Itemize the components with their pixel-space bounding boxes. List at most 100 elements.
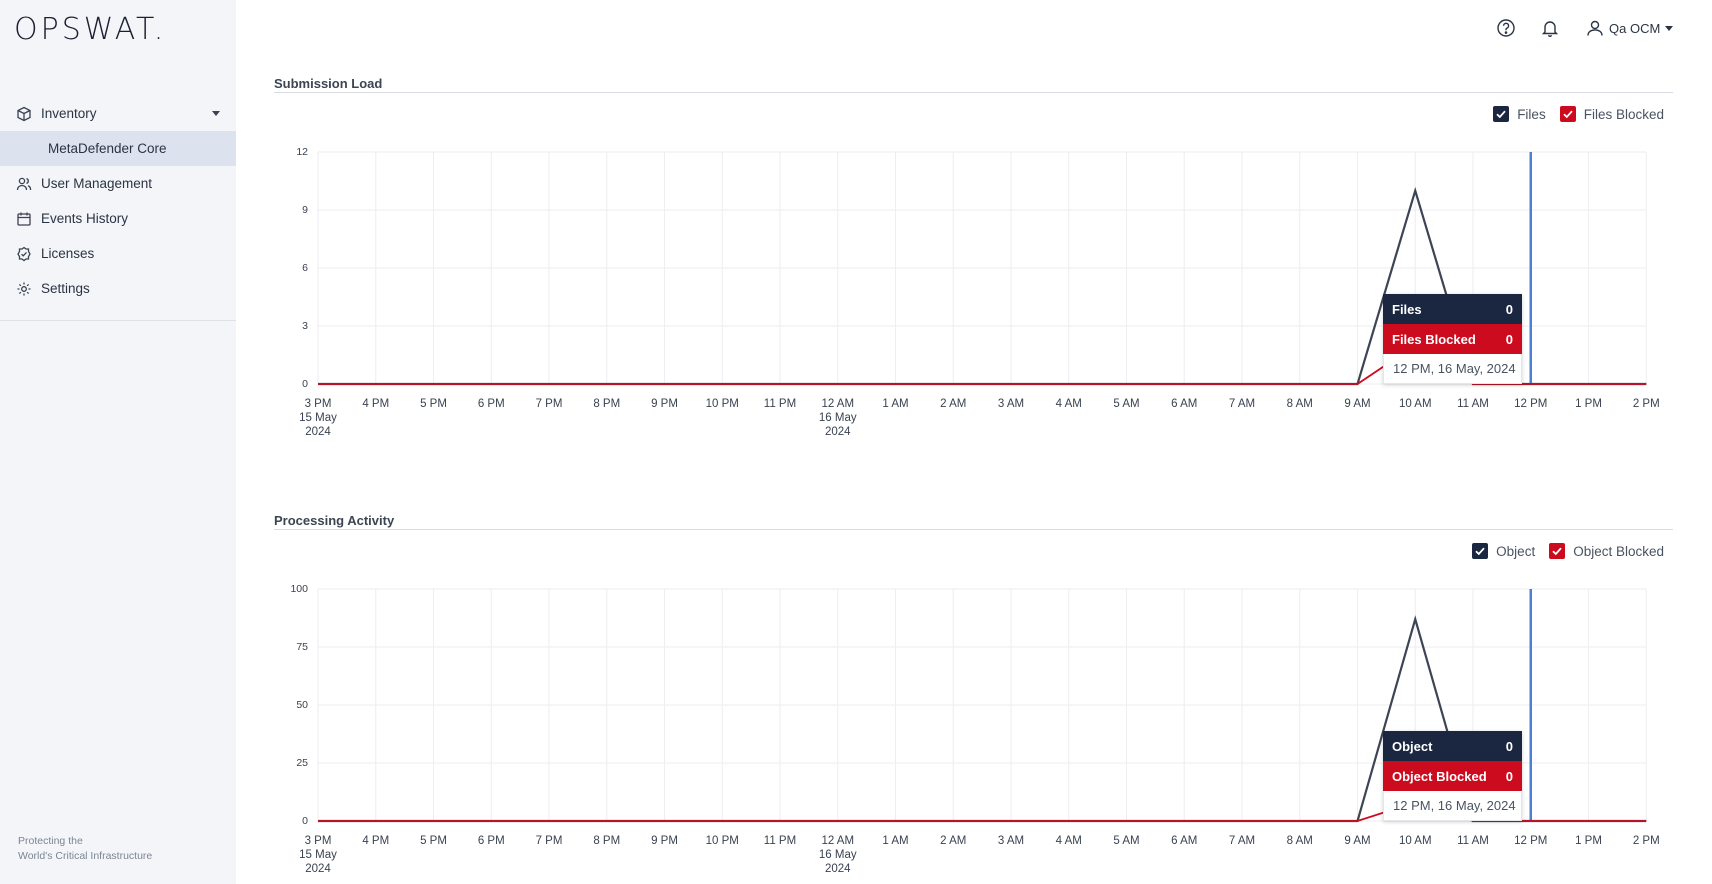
x-tick-label: 4 PM [362,835,389,847]
x-tick-label: 8 AM [1287,398,1313,410]
chevron-down-icon[interactable] [212,111,220,116]
x-tick-label: 11 PM [764,835,796,847]
gear-icon [17,282,31,295]
help-icon[interactable] [1496,18,1516,38]
y-tick-label: 25 [296,757,308,769]
cube-icon [17,106,31,121]
sidebar-item-events-history[interactable]: Events History [0,201,236,236]
submission-legend: Files Files Blocked [1479,106,1664,122]
y-tick-label: 9 [302,204,308,216]
x-tick-label: 6 AM [1171,835,1197,847]
sidebar-item-inventory[interactable]: Inventory [0,96,236,131]
x-tick-label: 5 AM [1113,398,1139,410]
y-tick-label: 12 [296,146,308,158]
user-menu[interactable]: Qa OCM [1586,19,1674,37]
sidebar-item-label: Settings [41,281,90,296]
x-tick-label: 1 AM [882,398,908,410]
y-tick-label: 100 [290,583,308,595]
sidebar-item-label: Events History [41,211,129,226]
x-tick-sublabel: 2024 [825,426,851,438]
chevron-down-icon [1665,25,1674,31]
x-tick-label: 2 AM [940,835,966,847]
y-tick-label: 6 [302,262,308,274]
sidebar-item-user-management[interactable]: User Management [0,166,236,201]
x-tick-label: 10 AM [1399,398,1432,410]
x-tick-label: 9 PM [651,398,678,410]
x-tick-sublabel: 2024 [305,426,331,438]
sidebar-item-metadefender-core[interactable]: MetaDefender Core [0,131,236,166]
submission-tooltip: Files 0 Files Blocked 0 12 PM, 16 May, 202… [1383,294,1522,384]
processing-activity-title: Processing Activity [274,513,395,528]
x-tick-label: 7 PM [536,835,563,847]
sidebar-nav: Inventory MetaDefender Core User Managem… [0,96,236,321]
sidebar-item-licenses[interactable]: Licenses [0,236,236,271]
y-tick-label: 75 [296,641,308,653]
x-tick-label: 12 PM [1514,398,1547,410]
checkbox-checked-icon [1493,106,1510,122]
x-tick-label: 10 PM [706,835,739,847]
x-tick-label: 2 AM [940,398,966,410]
tagline: Protecting the World's Critical Infrastr… [18,835,153,862]
x-tick-label: 11 AM [1457,398,1489,410]
x-tick-label: 3 PM [305,835,332,847]
x-tick-label: 2 PM [1633,398,1660,410]
topbar [236,0,1712,56]
x-tick-label: 11 AM [1457,835,1489,847]
y-tick-label: 0 [302,815,308,827]
x-tick-label: 8 PM [593,398,620,410]
legend-object-toggle[interactable]: Object [1472,543,1535,559]
x-tick-label: 9 PM [651,835,678,847]
x-tick-label: 1 PM [1575,398,1602,410]
x-tick-label: 3 AM [998,835,1024,847]
section-divider [274,92,1673,93]
x-tick-label: 12 AM [821,835,854,847]
x-tick-label: 1 PM [1575,835,1602,847]
user-name: Qa OCM [1609,20,1661,36]
x-tick-label: 11 PM [764,398,796,410]
x-tick-label: 10 AM [1399,835,1432,847]
x-tick-label: 4 AM [1056,835,1082,847]
section-divider [274,529,1673,530]
x-tick-label: 6 AM [1171,398,1197,410]
opswat-logo[interactable]: OPSWAT. [14,12,166,47]
sidebar-item-label: Licenses [41,246,95,261]
x-tick-sublabel: 2024 [305,863,331,875]
x-tick-label: 6 PM [478,398,505,410]
x-tick-label: 5 AM [1113,835,1139,847]
legend-object-blocked-toggle[interactable]: Object Blocked [1549,543,1664,559]
processing-tooltip: Object 0 Object Blocked 0 12 PM, 16 May, 2… [1383,731,1522,821]
user-icon [1587,20,1603,36]
y-tick-label: 3 [302,320,308,332]
x-tick-label: 4 AM [1056,398,1082,410]
users-icon [16,177,32,190]
sidebar-item-settings[interactable]: Settings [0,271,236,306]
x-tick-label: 3 AM [998,398,1024,410]
x-tick-label: 7 PM [536,398,563,410]
bell-icon[interactable] [1540,18,1560,38]
x-tick-label: 9 AM [1344,398,1370,410]
x-tick-sublabel: 2024 [825,863,851,875]
checkbox-checked-icon [1559,106,1576,122]
x-tick-sublabel: 15 May [299,412,337,424]
x-tick-label: 6 PM [478,835,505,847]
sidebar-item-label: Inventory [41,106,97,121]
processing-legend: Object Object Blocked [1458,543,1664,559]
x-tick-label: 5 PM [420,835,447,847]
x-tick-label: 7 AM [1229,398,1255,410]
x-tick-label: 5 PM [420,398,447,410]
checkbox-checked-icon [1549,543,1566,559]
x-tick-label: 2 PM [1633,835,1660,847]
y-tick-label: 50 [296,699,308,711]
legend-files-blocked-toggle[interactable]: Files Blocked [1559,106,1664,122]
x-tick-sublabel: 16 May [819,412,857,424]
x-tick-label: 4 PM [362,398,389,410]
x-tick-label: 8 AM [1287,835,1313,847]
sidebar: OPSWAT. Inventory MetaDefender Core User… [0,0,236,884]
submission-load-title: Submission Load [274,76,383,91]
x-tick-sublabel: 16 May [819,849,857,861]
sidebar-item-label: User Management [41,176,153,191]
calendar-icon [17,212,31,226]
badge-check-icon [17,246,31,261]
legend-files-toggle[interactable]: Files [1493,106,1546,122]
x-tick-label: 7 AM [1229,835,1255,847]
